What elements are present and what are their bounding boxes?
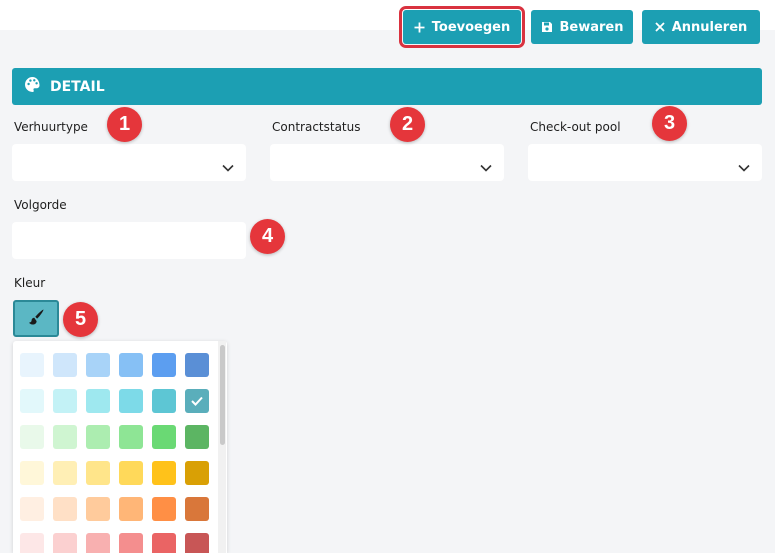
marker-5: 5	[63, 302, 98, 337]
color-swatch[interactable]	[20, 389, 44, 413]
verhuurtype-select[interactable]	[12, 144, 246, 181]
checkout-pool-select[interactable]	[528, 144, 762, 181]
color-swatch[interactable]	[20, 533, 44, 553]
color-swatch[interactable]	[152, 425, 176, 449]
color-swatch[interactable]	[185, 497, 209, 521]
color-swatch[interactable]	[53, 389, 77, 413]
color-swatch[interactable]	[152, 461, 176, 485]
color-swatch[interactable]	[119, 389, 143, 413]
color-swatch[interactable]	[20, 353, 44, 377]
color-swatch[interactable]	[119, 533, 143, 553]
cancel-button[interactable]: Annuleren	[642, 10, 760, 44]
color-swatch[interactable]	[185, 353, 209, 377]
color-swatch[interactable]	[86, 497, 110, 521]
color-swatch[interactable]	[185, 533, 209, 553]
color-swatch-selected[interactable]	[185, 389, 209, 413]
color-swatch[interactable]	[86, 389, 110, 413]
color-swatch[interactable]	[152, 353, 176, 377]
color-swatch[interactable]	[53, 425, 77, 449]
add-button-label: Toevoegen	[431, 19, 511, 35]
color-swatch[interactable]	[20, 425, 44, 449]
kleur-label: Kleur	[14, 276, 46, 290]
marker-1: 1	[107, 107, 142, 142]
section-title: DETAIL	[50, 78, 105, 95]
checkout-pool-label: Check-out pool	[530, 120, 621, 134]
chevron-down-icon	[738, 157, 750, 176]
close-icon	[655, 22, 665, 32]
color-swatch[interactable]	[152, 533, 176, 553]
floppy-disk-icon	[541, 21, 553, 33]
save-button-label: Bewaren	[559, 19, 624, 35]
color-swatch[interactable]	[119, 425, 143, 449]
checkmark-icon	[191, 396, 203, 406]
color-swatch[interactable]	[20, 461, 44, 485]
paintbrush-icon	[27, 308, 45, 330]
color-swatch[interactable]	[119, 353, 143, 377]
cancel-button-label: Annuleren	[671, 19, 748, 35]
chevron-down-icon	[480, 157, 492, 176]
color-swatch[interactable]	[20, 497, 44, 521]
color-swatch[interactable]	[119, 497, 143, 521]
chevron-down-icon	[222, 157, 234, 176]
color-swatch-grid	[20, 353, 209, 553]
color-palette-dropdown	[13, 341, 227, 553]
contractstatus-label: Contractstatus	[272, 120, 361, 134]
palette-scrollbar-thumb[interactable]	[220, 345, 225, 445]
color-swatch[interactable]	[185, 461, 209, 485]
color-swatch[interactable]	[53, 497, 77, 521]
color-swatch[interactable]	[86, 461, 110, 485]
verhuurtype-label: Verhuurtype	[14, 120, 88, 134]
color-picker-button[interactable]	[13, 300, 59, 337]
marker-4: 4	[250, 219, 285, 254]
volgorde-input[interactable]	[12, 222, 246, 259]
color-swatch[interactable]	[53, 461, 77, 485]
volgorde-label: Volgorde	[14, 198, 67, 212]
color-swatch[interactable]	[53, 533, 77, 553]
plus-icon	[414, 22, 425, 33]
detail-section-header: DETAIL	[12, 68, 762, 105]
color-swatch[interactable]	[152, 389, 176, 413]
palette-icon	[24, 76, 41, 97]
contractstatus-select[interactable]	[270, 144, 504, 181]
color-swatch[interactable]	[185, 425, 209, 449]
color-swatch[interactable]	[152, 497, 176, 521]
color-swatch[interactable]	[86, 425, 110, 449]
save-button[interactable]: Bewaren	[531, 10, 633, 44]
color-swatch[interactable]	[86, 353, 110, 377]
marker-3: 3	[652, 106, 687, 141]
color-swatch[interactable]	[119, 461, 143, 485]
marker-2: 2	[390, 107, 425, 142]
color-swatch[interactable]	[86, 533, 110, 553]
color-swatch[interactable]	[53, 353, 77, 377]
add-button[interactable]: Toevoegen	[399, 6, 525, 48]
